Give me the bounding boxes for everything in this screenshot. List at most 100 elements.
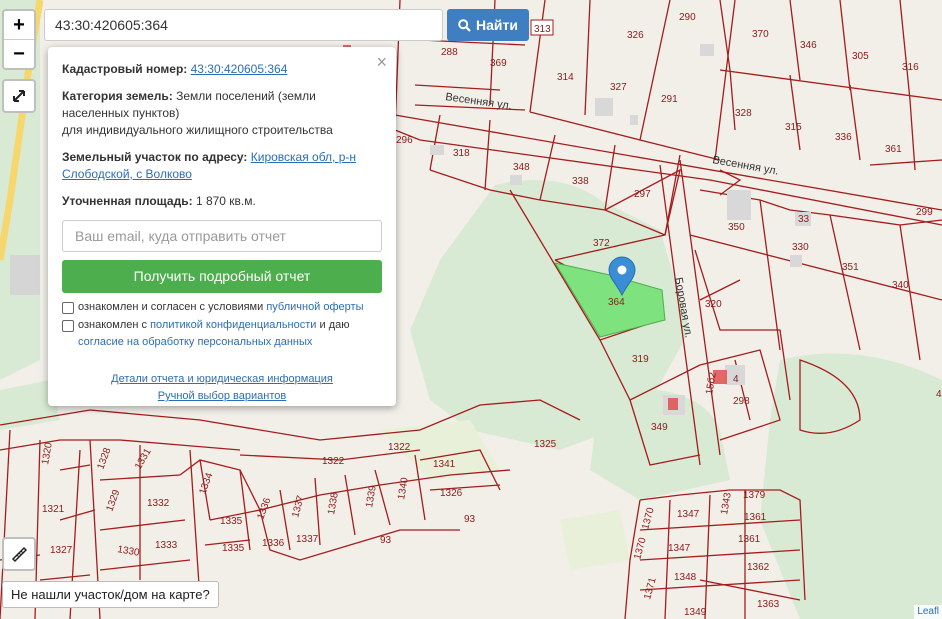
search-input[interactable]: 43:30:420605:364 — [44, 9, 443, 41]
parcel-number: 305 — [852, 51, 869, 62]
privacy-checkbox[interactable] — [62, 320, 74, 332]
parcel-number: 1335 — [222, 543, 245, 554]
parcel-number: 1336 — [262, 538, 285, 549]
close-icon[interactable]: × — [376, 52, 387, 73]
parcel-number: 318 — [453, 148, 470, 159]
parcel-number: 291 — [661, 94, 678, 105]
parcel-number: 290 — [679, 12, 696, 23]
category-row: Категория земель: Земли поселений (земли… — [62, 88, 382, 139]
parcel-number: 1322 — [322, 456, 345, 467]
category-label: Категория земель: — [62, 89, 173, 103]
parcel-number: 1338 — [326, 491, 341, 515]
parcel-number: 93 — [380, 535, 392, 546]
parcel-number: 1347 — [677, 509, 700, 520]
parcel-number: 326 — [627, 30, 644, 41]
offer-checkbox[interactable] — [62, 302, 74, 314]
parcel-number: 346 — [800, 40, 817, 51]
parcel-number: 4 — [733, 374, 739, 385]
popup-links: Детали отчета и юридическая информация Р… — [62, 371, 382, 405]
parcel-number: 1363 — [757, 599, 780, 610]
offer-link[interactable]: публичной оферты — [266, 301, 363, 313]
zoom-in-button[interactable]: + — [4, 11, 34, 39]
address-row: Земельный участок по адресу: Кировская о… — [62, 149, 382, 183]
parcel-number: 1326 — [440, 488, 463, 499]
parcel-number: 1336 — [255, 496, 273, 521]
parcel-number: 338 — [572, 176, 589, 187]
parcel-number: 1332 — [147, 498, 170, 509]
parcel-number: 1340 — [396, 476, 411, 500]
parcel-number: 1322 — [388, 442, 411, 453]
parcel-number: 297 — [634, 189, 651, 200]
parcel-number: 93 — [464, 514, 476, 525]
details-link[interactable]: Детали отчета и юридическая информация — [111, 373, 333, 385]
street-vesennyaya-1: Весенняя ул. — [445, 91, 513, 112]
parcel-number: 1337 — [290, 494, 306, 519]
parcel-number: 298 — [733, 396, 750, 407]
consent-offer-text: ознакомлен и согласен с условиями публич… — [78, 301, 364, 313]
parcel-number: 1348 — [674, 572, 697, 583]
get-report-button[interactable]: Получить подробный отчет — [62, 260, 382, 293]
fullscreen-button[interactable] — [2, 79, 36, 113]
parcel-number: 1341 — [433, 459, 456, 470]
parcel-number: 1337 — [296, 534, 319, 545]
area-row: Уточненная площадь: 1 870 кв.м. — [62, 193, 382, 210]
area-value: 1 870 кв.м. — [195, 194, 256, 208]
ruler-icon — [11, 546, 28, 563]
parcel-number: 1334 — [197, 471, 215, 496]
parcel-number: 369 — [490, 58, 507, 69]
parcel-number: 372 — [593, 238, 610, 249]
building — [10, 255, 40, 295]
parcel-number: 370 — [752, 29, 769, 40]
address-link-2[interactable]: Слободской, с Волково — [62, 167, 192, 181]
manual-select-link[interactable]: Ручной выбор вариантов — [158, 390, 286, 402]
parcel-number: 336 — [835, 132, 852, 143]
search-icon — [458, 18, 471, 32]
parcel-number: 348 — [513, 162, 530, 173]
parcel-number: 1362 — [747, 562, 770, 573]
attribution-link[interactable]: Leafl — [914, 605, 942, 619]
parcel-number: 299 — [916, 207, 933, 218]
cadastral-row: Кадастровый номер: 43:30:420605:364 — [62, 61, 382, 78]
parcel-number: 1330 — [116, 544, 140, 559]
zoom-out-button[interactable]: − — [4, 39, 34, 68]
expand-icon — [13, 90, 25, 102]
parcel-number: 1370 — [632, 536, 648, 561]
parcel-number: 1329 — [104, 488, 122, 513]
area-label: Уточненная площадь: — [62, 194, 193, 208]
parcel-number: 364 — [608, 297, 625, 308]
address-link-1[interactable]: Кировская обл, р-н — [251, 150, 356, 164]
cadastral-label: Кадастровый номер: — [62, 62, 188, 76]
parcel-number: 4 — [936, 389, 942, 400]
parcel-number: 319 — [632, 354, 649, 365]
zoom-control: + − — [2, 9, 36, 70]
parcel-number: 1370 — [640, 506, 656, 531]
parcel-number: 1333 — [155, 540, 178, 551]
category-value-2: населенных пунктов) — [62, 106, 180, 120]
parcel-number: 350 — [728, 222, 745, 233]
category-value-1: Земли поселений (земли — [176, 89, 316, 103]
parcel-number: 296 — [396, 135, 413, 146]
measure-button[interactable] — [2, 537, 36, 571]
parcel-number: 361 — [885, 144, 902, 155]
street-vesennyaya-2: Весенняя ул. — [711, 154, 779, 177]
parcel-number: 1320 — [40, 441, 55, 465]
search-button[interactable]: Найти — [447, 9, 529, 41]
consent-privacy-text: ознакомлен с политикой конфиденциальност… — [78, 319, 350, 348]
parcel-number: 349 — [651, 422, 668, 433]
parcel-number: 1361 — [738, 534, 761, 545]
search-button-label: Найти — [476, 17, 518, 33]
parcel-number: 1325 — [534, 439, 557, 450]
privacy-link[interactable]: политикой конфиденциальности — [150, 319, 316, 331]
parcel-number: 1347 — [668, 543, 691, 554]
personal-data-link[interactable]: согласие на обработку персональных данны… — [78, 336, 312, 348]
parcel-number: 313 — [534, 24, 551, 35]
parcel-number: 351 — [842, 262, 859, 273]
parcel-number: 1343 — [719, 491, 734, 515]
not-found-button[interactable]: Не нашли участок/дом на карте? — [2, 581, 219, 608]
parcel-number: 328 — [735, 108, 752, 119]
parcel-number: 288 — [441, 47, 458, 58]
email-field[interactable]: Ваш email, куда отправить отчет — [62, 220, 382, 252]
parcel-number: 1335 — [220, 516, 243, 527]
parcel-number: 320 — [705, 299, 722, 310]
cadastral-link[interactable]: 43:30:420605:364 — [191, 62, 288, 76]
